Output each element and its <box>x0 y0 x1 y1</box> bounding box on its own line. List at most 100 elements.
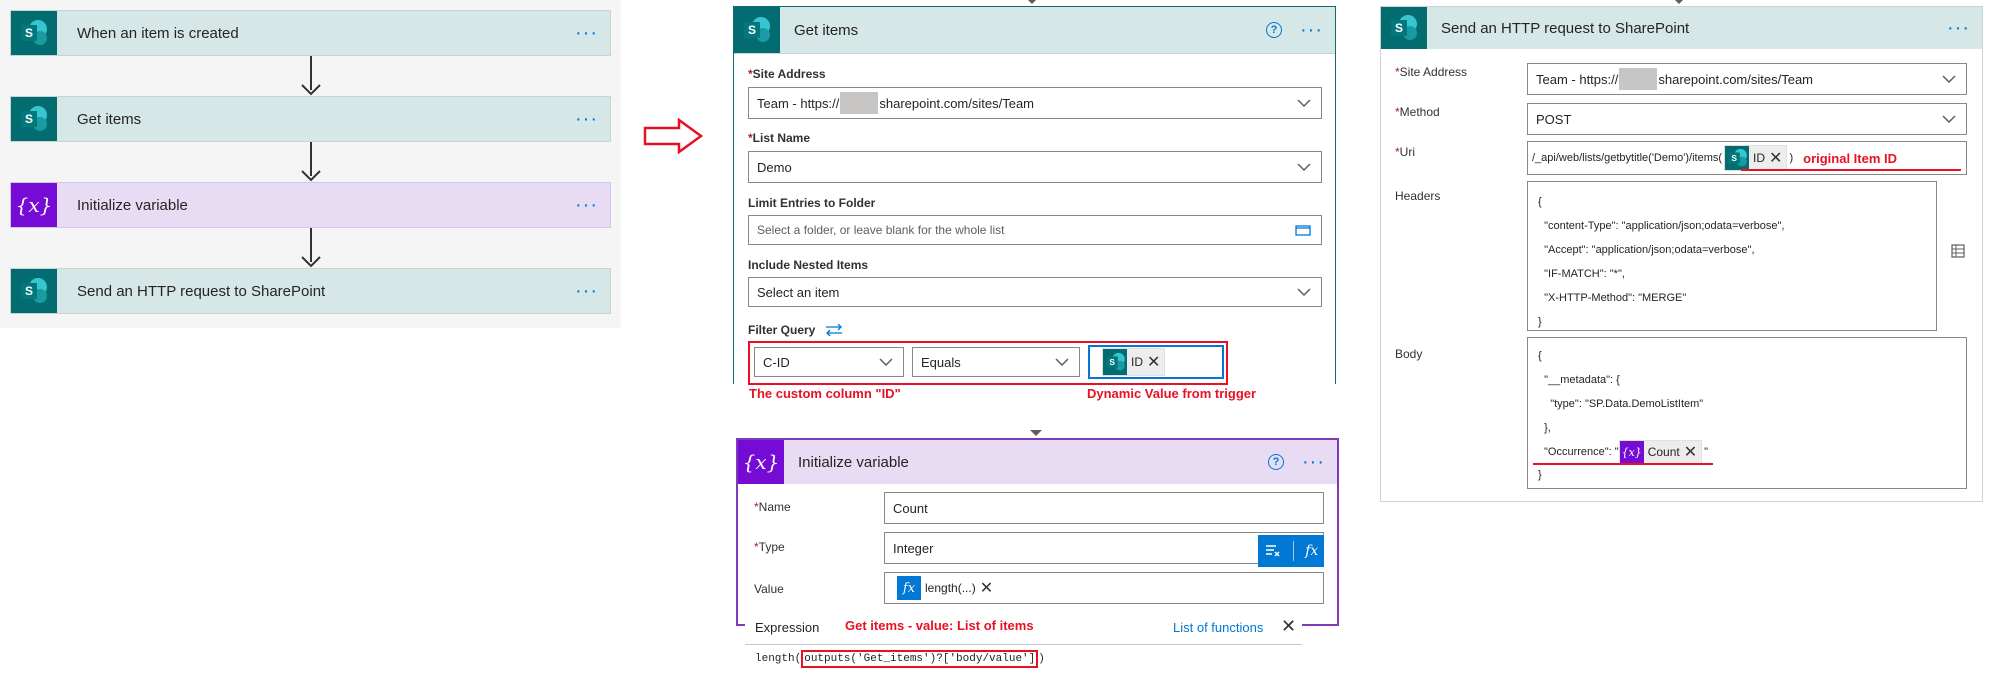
site-address-dropdown[interactable]: Team - https://sharepoint.com/sites/Team <box>748 87 1322 119</box>
overview-step-http-request[interactable]: S Send an HTTP request to SharePoint ··· <box>10 268 611 314</box>
expression-token[interactable]: fx length(...) ✕ <box>897 575 998 601</box>
body-line: "__metadata": { <box>1538 374 1620 386</box>
annotation-custom-column: The custom column "ID" <box>749 386 901 401</box>
occurrence-underline <box>1533 463 1713 465</box>
divider <box>745 644 1302 645</box>
remove-token-icon[interactable]: ✕ <box>1769 148 1786 168</box>
body-input[interactable]: { "__metadata": { "type": "SP.Data.DemoL… <box>1527 337 1967 489</box>
remove-token-icon[interactable]: ✕ <box>1147 352 1164 372</box>
sharepoint-icon: S <box>11 97 57 141</box>
chevron-down-icon <box>1297 288 1311 296</box>
list-name-dropdown[interactable]: Demo <box>748 151 1322 183</box>
sharepoint-icon: S <box>734 7 780 53</box>
help-icon[interactable]: ? <box>1266 22 1283 38</box>
card-header[interactable]: S Send an HTTP request to SharePoint ··· <box>1381 7 1982 49</box>
chevron-down-icon <box>1297 163 1311 171</box>
sharepoint-icon: S <box>11 11 57 55</box>
list-name-label: *List Name <box>748 131 811 145</box>
close-icon[interactable]: ✕ <box>1281 616 1296 637</box>
card-title: Send an HTTP request to SharePoint <box>1441 19 1690 37</box>
initialize-variable-card: {x} Initialize variable ? ··· *Name Coun… <box>736 438 1339 626</box>
overview-step-trigger[interactable]: S When an item is created ··· <box>10 10 611 56</box>
card-title: Initialize variable <box>798 453 909 471</box>
uri-label: *Uri <box>1395 145 1415 159</box>
connector-arrow <box>301 142 321 182</box>
more-options-icon[interactable]: ··· <box>575 281 598 301</box>
filter-operator-dropdown[interactable]: Equals <box>912 347 1080 377</box>
http-request-card: S Send an HTTP request to SharePoint ···… <box>1380 6 1983 502</box>
get-items-card: S Get items ? ··· *Site Address Team - h… <box>733 6 1336 385</box>
more-options-icon[interactable]: ··· <box>575 23 598 43</box>
redacted-block <box>840 92 879 114</box>
headers-label: Headers <box>1395 189 1441 203</box>
connector-arrow <box>301 228 321 268</box>
redacted-block <box>1619 68 1658 90</box>
more-options-icon[interactable]: ··· <box>575 109 598 129</box>
overview-step-get-items[interactable]: S Get items ··· <box>10 96 611 142</box>
more-options-icon[interactable]: ··· <box>1300 20 1323 40</box>
name-label: *Name <box>754 500 791 514</box>
chevron-down-icon <box>1942 75 1956 83</box>
sharepoint-icon: S <box>1103 349 1127 375</box>
variable-value-input[interactable]: fx length(...) ✕ <box>884 572 1324 604</box>
annotation-dynamic-value: Dynamic Value from trigger <box>1087 386 1257 401</box>
remove-token-icon[interactable]: ✕ <box>980 578 997 598</box>
site-address-label: *Site Address <box>748 67 826 81</box>
step-title: Initialize variable <box>77 196 188 214</box>
step-title: Send an HTTP request to SharePoint <box>77 282 326 300</box>
connector-arrow <box>301 56 321 96</box>
dynamic-token-id[interactable]: S ID ✕ <box>1724 145 1788 171</box>
expression-tab[interactable]: Expression <box>755 620 819 635</box>
fx-icon: fx <box>897 576 921 600</box>
more-options-icon[interactable]: ··· <box>1302 452 1325 472</box>
more-options-icon[interactable]: ··· <box>1947 18 1970 38</box>
annotation-original-item-id: original Item ID <box>1803 150 1898 166</box>
body-label: Body <box>1395 347 1423 361</box>
occurrence-line: "Occurrence": " {x} Count ✕ " <box>1538 440 1708 464</box>
variable-name-input[interactable]: Count <box>884 492 1324 524</box>
help-icon[interactable]: ? <box>1268 454 1285 470</box>
site-address-dropdown[interactable]: Team - https://sharepoint.com/sites/Team <box>1527 63 1967 95</box>
body-line: { <box>1538 350 1542 362</box>
overview-step-initialize-variable[interactable]: {x} Initialize variable ··· <box>10 182 611 228</box>
method-dropdown[interactable]: POST <box>1527 103 1967 135</box>
limit-folder-input[interactable]: Select a folder, or leave blank for the … <box>748 215 1322 245</box>
variable-icon: {x} <box>11 183 57 227</box>
list-of-functions-link[interactable]: List of functions <box>1173 620 1263 635</box>
header-line: "IF-MATCH": "*", <box>1538 268 1625 280</box>
sharepoint-icon: S <box>1725 146 1750 170</box>
variable-icon: {x} <box>1619 441 1644 463</box>
fx-icon[interactable]: fx <box>1305 543 1318 559</box>
headers-input[interactable]: { "content-Type": "application/json;odat… <box>1527 181 1937 331</box>
card-title: Get items <box>794 21 859 39</box>
header-line: "content-Type": "application/json;odata=… <box>1538 220 1785 232</box>
table-view-icon[interactable] <box>1951 243 1967 264</box>
filter-query-label: Filter Query <box>748 323 843 337</box>
header-line: "Accept": "application/json;odata=verbos… <box>1538 244 1755 256</box>
filter-column-dropdown[interactable]: C-ID <box>754 347 904 377</box>
filter-value-input[interactable]: S ID ✕ <box>1088 345 1224 379</box>
variable-token-count[interactable]: {x} Count ✕ <box>1618 440 1703 464</box>
header-line: } <box>1538 316 1542 328</box>
nested-items-dropdown[interactable]: Select an item <box>748 277 1322 307</box>
dynamic-token-id[interactable]: S ID ✕ <box>1102 348 1166 376</box>
card-header[interactable]: {x} Initialize variable ? ··· <box>738 440 1337 484</box>
remove-token-icon[interactable]: ✕ <box>1684 442 1701 462</box>
dynamic-content-toggle[interactable]: fx <box>1258 535 1324 567</box>
chevron-down-icon <box>879 358 893 366</box>
folder-icon <box>1295 225 1311 236</box>
nested-items-label: Include Nested Items <box>748 258 869 272</box>
card-header[interactable]: S Get items ? ··· <box>734 7 1335 54</box>
expression-editor-panel: Expression Get items - value: List of it… <box>745 606 1302 690</box>
site-address-label: *Site Address <box>1395 65 1468 79</box>
body-line: } <box>1538 469 1542 481</box>
more-options-icon[interactable]: ··· <box>575 195 598 215</box>
header-line: "X-HTTP-Method": "MERGE" <box>1538 292 1687 304</box>
chevron-down-icon <box>1055 358 1069 366</box>
red-arrow-icon <box>643 117 705 159</box>
expression-highlight: outputs('Get_items')?['body/value'] <box>801 650 1039 668</box>
value-label: Value <box>754 582 784 596</box>
sharepoint-icon: S <box>11 269 57 313</box>
method-label: *Method <box>1395 105 1440 119</box>
expression-input[interactable]: length( outputs('Get_items')?['body/valu… <box>755 650 1045 668</box>
